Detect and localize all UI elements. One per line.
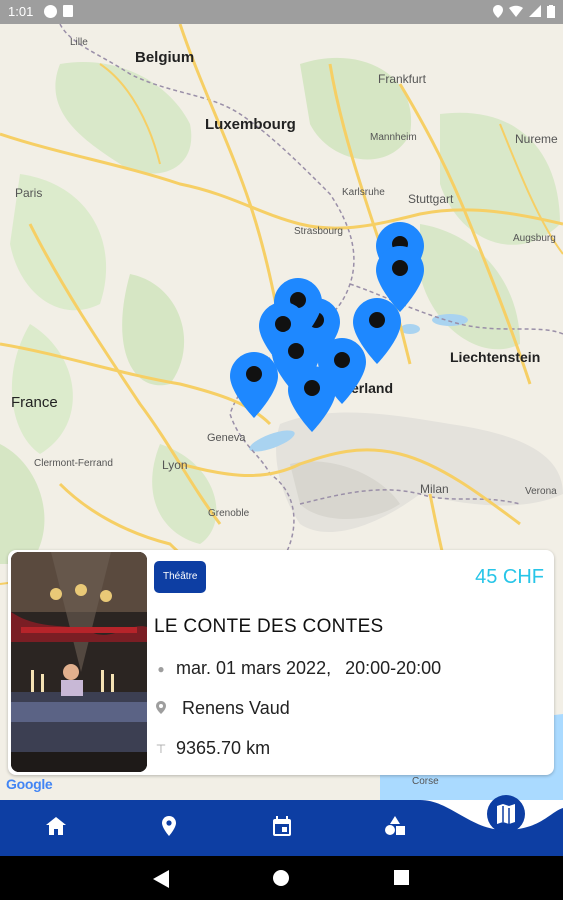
status-time: 1:01 (8, 4, 34, 19)
event-location-row: Renens Vaud (154, 698, 290, 719)
event-card[interactable]: Théâtre 45 CHF LE CONTE DES CONTES ● mar… (8, 550, 554, 775)
tab-map[interactable] (487, 795, 525, 833)
wifi-icon (509, 5, 523, 17)
back-icon[interactable] (153, 870, 169, 888)
notification-icons (44, 5, 73, 18)
home-button-icon[interactable] (273, 870, 289, 886)
map-label-clermont: Clermont-Ferrand (34, 458, 113, 469)
map-label-lyon: Lyon (162, 458, 188, 472)
map-label-augsburg: Augsburg (513, 233, 556, 244)
map-label-karlsruhe: Karlsruhe (342, 187, 385, 198)
tab-calendar[interactable] (268, 812, 296, 840)
time-icon: ● (157, 661, 165, 676)
calendar-icon (273, 816, 291, 836)
signal-icon (529, 5, 541, 17)
home-icon (46, 817, 66, 835)
system-icons (493, 5, 555, 18)
categories-icon (385, 816, 405, 835)
map-label-grenoble: Grenoble (208, 508, 250, 519)
event-photo (11, 552, 147, 772)
map-label-luxembourg: Luxembourg (205, 116, 296, 133)
map-label-nuremberg: Nureme (515, 132, 558, 146)
status-bar: 1:01 (0, 0, 563, 24)
distance-icon: ⊤ (155, 741, 167, 756)
location-status-icon (493, 5, 503, 18)
event-price: 45 CHF (475, 566, 544, 588)
map-label-paris: Paris (15, 186, 43, 200)
notification-icon (44, 5, 57, 18)
map-icon (497, 804, 515, 824)
map-label-verona: Verona (525, 486, 557, 497)
tab-categories[interactable] (381, 812, 409, 840)
map-label-geneva: Geneva (207, 432, 246, 444)
map-label-strasbourg: Strasbourg (294, 226, 343, 237)
map-label-france: France (11, 394, 58, 411)
category-badge: Théâtre (154, 561, 207, 593)
recents-icon[interactable] (394, 870, 409, 885)
event-location: Renens Vaud (182, 698, 290, 718)
event-marker[interactable] (286, 364, 338, 434)
map-label-belgium: Belgium (135, 49, 195, 66)
google-logo: Google (6, 776, 53, 792)
system-nav-bar (0, 856, 563, 900)
map-label-lille: Lille (70, 37, 88, 48)
map-label-liechtenstein: Liechtenstein (450, 349, 541, 365)
bottom-navigation (0, 800, 563, 856)
event-date-row: ● mar. 01 mars 2022, 20:00-20:00 (154, 658, 441, 679)
event-distance: 9365.70 km (176, 738, 271, 758)
tab-location[interactable] (155, 812, 183, 840)
sim-icon (63, 5, 73, 17)
event-distance-row: ⊤ 9365.70 km (154, 738, 270, 759)
event-time: 20:00-20:00 (345, 658, 442, 678)
battery-icon (547, 5, 555, 18)
event-date: mar. 01 mars 2022, (176, 658, 332, 678)
tab-home[interactable] (42, 812, 70, 840)
event-marker[interactable] (228, 350, 280, 420)
map-label-mannheim: Mannheim (370, 132, 417, 143)
event-title: LE CONTE DES CONTES (154, 616, 384, 637)
map-label-milan: Milan (420, 482, 449, 496)
location-icon (162, 816, 176, 836)
location-icon (154, 700, 168, 717)
map-label-frankfurt: Frankfurt (378, 72, 427, 86)
event-image (11, 552, 147, 772)
map-label-stuttgart: Stuttgart (408, 192, 454, 206)
map-label-corse: Corse (412, 776, 439, 787)
